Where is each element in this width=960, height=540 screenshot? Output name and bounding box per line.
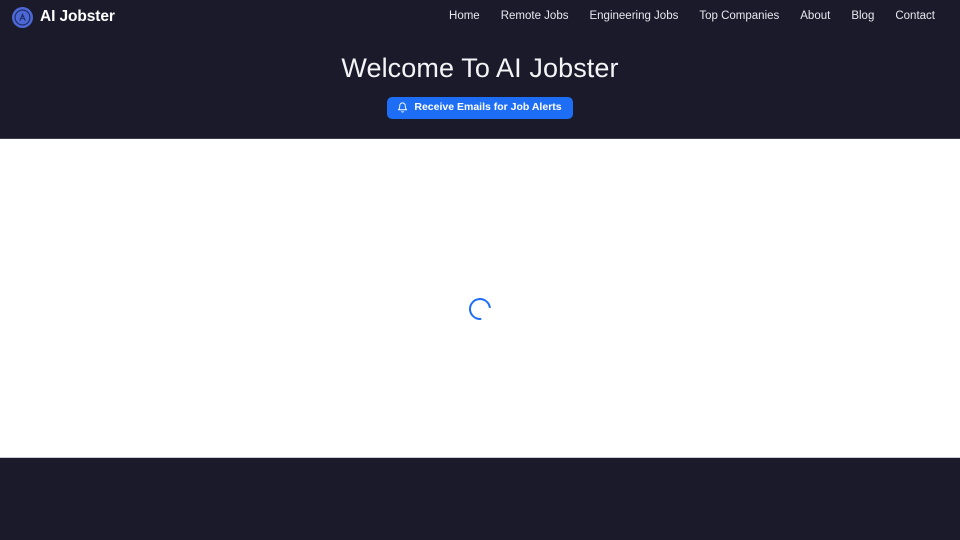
top-navbar: AI Jobster Home Remote Jobs Engineering … <box>0 0 960 34</box>
brand-logo[interactable]: AI Jobster <box>12 6 115 28</box>
brand-name: AI Jobster <box>40 8 115 26</box>
primary-navigation: Home Remote Jobs Engineering Jobs Top Co… <box>449 11 935 23</box>
loading-indicator: Loading <box>464 293 496 325</box>
page-title: Welcome To AI Jobster <box>341 53 619 83</box>
nav-item-about[interactable]: About <box>800 11 830 23</box>
bell-icon <box>397 102 408 113</box>
nav-item-contact[interactable]: Contact <box>895 11 935 23</box>
spinner-icon <box>464 293 496 325</box>
nav-item-top-companies[interactable]: Top Companies <box>699 11 779 23</box>
ai-jobster-logo-icon <box>12 6 33 28</box>
receive-job-alerts-label: Receive Emails for Job Alerts <box>414 101 562 113</box>
nav-item-remote-jobs[interactable]: Remote Jobs <box>501 11 569 23</box>
hero-section: AI Jobster Home Remote Jobs Engineering … <box>0 0 960 139</box>
nav-item-home[interactable]: Home <box>449 11 480 23</box>
nav-item-engineering-jobs[interactable]: Engineering Jobs <box>589 11 678 23</box>
page-root: AI Jobster Home Remote Jobs Engineering … <box>0 0 960 540</box>
site-footer <box>0 457 960 540</box>
main-content-area: Loading <box>0 139 960 457</box>
nav-item-blog[interactable]: Blog <box>851 11 874 23</box>
hero-content: Welcome To AI Jobster Receive Emails for… <box>0 34 960 119</box>
receive-job-alerts-button[interactable]: Receive Emails for Job Alerts <box>387 96 573 119</box>
